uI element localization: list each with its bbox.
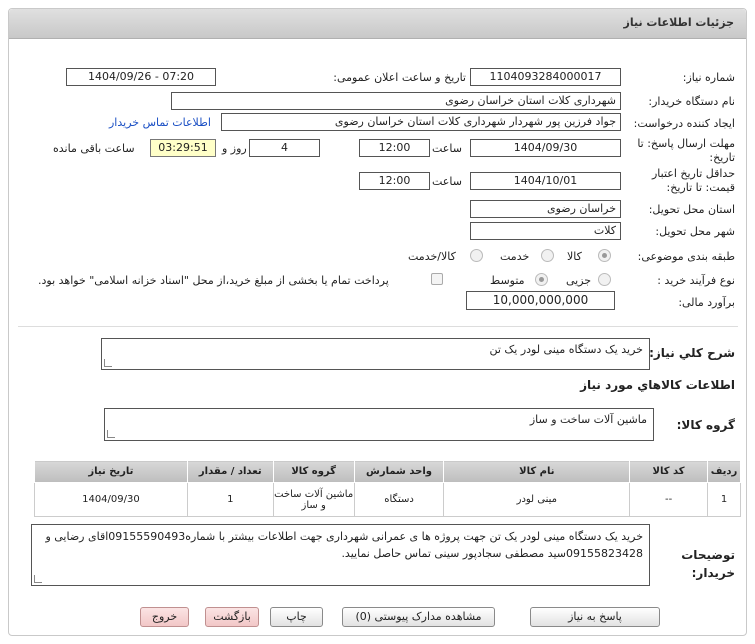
category-label: طبقه بندی موضوعی: [637, 250, 735, 263]
resize-grip[interactable] [104, 359, 112, 367]
goods-section-title: اطلاعات کالاهاي مورد نياز [580, 378, 735, 392]
reply-time-label: ساعت [432, 142, 462, 155]
buyer-contact-link[interactable]: اطلاعات تماس خریدار [109, 116, 211, 129]
summary-field: خرید یک دستگاه مینی لودر یک تن [101, 338, 650, 370]
cell-need-date: 1404/09/30 [34, 482, 188, 517]
category-option-service: خدمت [500, 250, 530, 263]
city-field: کلات [470, 222, 621, 240]
reply-time-field: 12:00 [359, 139, 430, 157]
col-row: ردیف [707, 460, 741, 483]
table-header-row: ردیف کد کالا نام کالا واحد شمارش گروه کا… [34, 460, 741, 483]
process-option-medium: متوسط [490, 274, 525, 287]
process-radio-minor[interactable] [598, 273, 611, 286]
notes-field: خرید یک دستگاه مینی لودر یک تن جهت پروژه… [31, 524, 650, 586]
validity-time-field: 12:00 [359, 172, 430, 190]
cell-code: -- [629, 482, 709, 517]
announce-datetime-field: 1404/09/26 - 07:20 [66, 68, 216, 86]
budget-label: برآورد مالی: [678, 296, 735, 309]
col-name: نام کالا [443, 460, 631, 483]
days-remaining-field: 4 [249, 139, 320, 157]
back-button[interactable]: بازگشت [205, 607, 259, 627]
category-option-goods-service: کالا/خدمت [408, 250, 456, 263]
attachments-button[interactable]: مشاهده مدارک پیوستی (0) [342, 607, 495, 627]
creator-label: ایجاد کننده درخواست: [633, 117, 735, 130]
budget-field: 10,000,000,000 [466, 291, 615, 310]
category-radio-goods-service[interactable] [470, 249, 483, 262]
panel-title: جزئیات اطلاعات نیاز [623, 16, 735, 29]
remaining-timer: 03:29:51 [150, 139, 216, 157]
print-button[interactable]: چاپ [270, 607, 323, 627]
items-table: ردیف کد کالا نام کالا واحد شمارش گروه کا… [34, 460, 741, 517]
table-row: 1 -- مینی لودر دستگاه ماشین آلات ساخت و … [34, 482, 741, 517]
remaining-label: ساعت باقی مانده [53, 142, 135, 155]
buyer-org-field: شهرداری کلات استان خراسان رضوی [171, 92, 621, 110]
province-field: خراسان رضوی [470, 200, 621, 218]
col-code: کد کالا [629, 460, 709, 483]
reply-date-field: 1404/09/30 [470, 139, 621, 157]
validity-time-label: ساعت [432, 175, 462, 188]
need-number-field: 1104093284000017 [470, 68, 621, 86]
notes-label: توضیحات خریدار: [681, 548, 735, 580]
treasury-checkbox[interactable] [431, 273, 443, 285]
goods-group-text: ماشین آلات ساخت و ساز [529, 413, 647, 426]
buyer-org-label: نام دستگاه خریدار: [648, 95, 735, 108]
resize-grip[interactable] [107, 430, 115, 438]
panel-header: جزئیات اطلاعات نیاز [9, 9, 746, 39]
col-unit: واحد شمارش [353, 460, 445, 483]
goods-group-label: گروه کالا: [676, 418, 735, 432]
summary-label: شرح کلي نياز: [649, 346, 735, 360]
col-group: گروه کالا [272, 460, 355, 483]
validity-date-field: 1404/10/01 [470, 172, 621, 190]
days-label: روز و [222, 142, 247, 155]
cell-quantity: 1 [186, 482, 274, 517]
category-option-goods: کالا [567, 250, 582, 263]
resize-grip[interactable] [34, 575, 42, 583]
col-quantity: تعداد / مقدار [186, 460, 274, 483]
col-need-date: تاریخ نیاز [34, 460, 188, 483]
cell-row: 1 [707, 482, 741, 517]
cell-group: ماشین آلات ساخت و ساز [272, 482, 355, 517]
cell-name: مینی لودر [443, 482, 631, 517]
process-label: نوع فرآیند خرید : [657, 274, 735, 287]
treasury-note: پرداخت تمام یا بخشی از مبلغ خرید،از محل … [38, 274, 389, 287]
cell-unit: دستگاه [353, 482, 445, 517]
creator-field: جواد فرزین پور شهردار شهرداری کلات استان… [221, 113, 621, 131]
divider [18, 326, 738, 327]
city-label: شهر محل تحویل: [655, 225, 735, 238]
province-label: استان محل تحویل: [648, 203, 735, 216]
process-option-minor: جزیی [566, 274, 592, 287]
summary-text: خرید یک دستگاه مینی لودر یک تن [489, 343, 643, 356]
need-number-label: شماره نیاز: [682, 71, 735, 84]
process-radio-medium[interactable] [535, 273, 548, 286]
reply-button[interactable]: پاسخ به نیاز [530, 607, 660, 627]
announce-label: تاریخ و ساعت اعلان عمومی: [333, 71, 466, 84]
category-radio-service[interactable] [541, 249, 554, 262]
exit-button[interactable]: خروج [140, 607, 189, 627]
notes-text: خرید یک دستگاه مینی لودر یک تن جهت پروژه… [45, 530, 643, 560]
price-validity-label: حداقل تاریخ اعتبار قیمت: تا تاریخ: [651, 167, 735, 194]
category-radio-goods[interactable] [598, 249, 611, 262]
reply-deadline-label: مهلت ارسال پاسخ: تا تاریخ: [637, 137, 735, 164]
goods-group-field: ماشین آلات ساخت و ساز [104, 408, 654, 441]
